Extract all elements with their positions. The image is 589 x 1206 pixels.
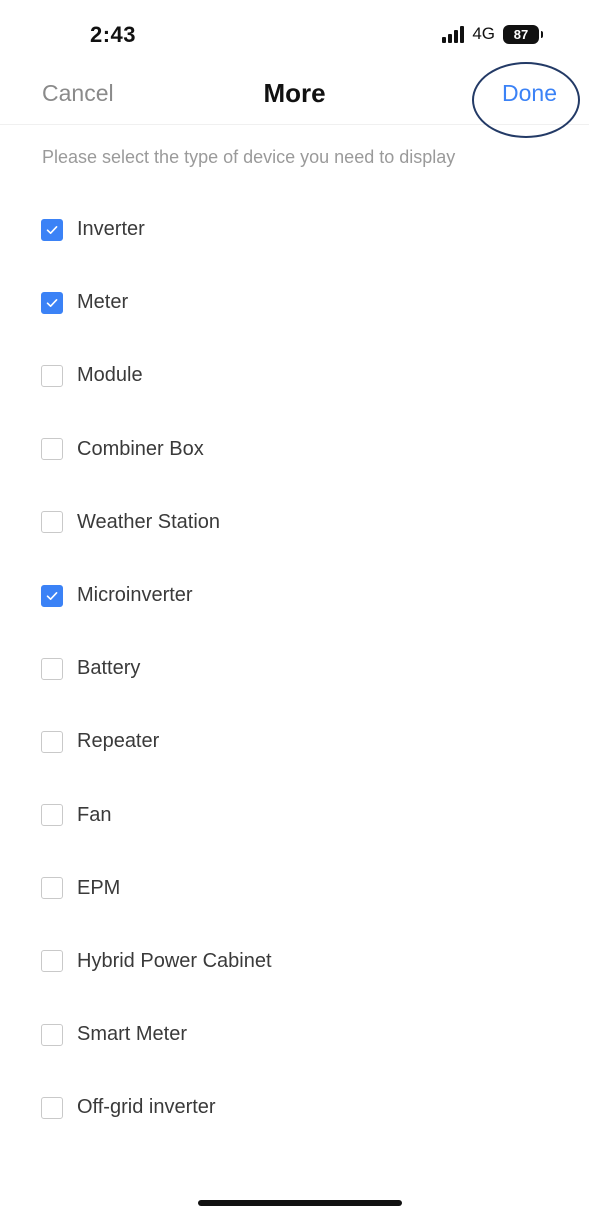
device-option-item[interactable]: Microinverter [0, 559, 589, 632]
device-option-item[interactable]: Battery [0, 632, 589, 705]
device-option-item[interactable]: Combiner Box [0, 413, 589, 486]
device-option-label: Smart Meter [77, 1023, 188, 1046]
nav-bar: Cancel More Done [0, 62, 589, 125]
instruction-text: Please select the type of device you nee… [42, 147, 456, 167]
device-option-item[interactable]: Hybrid Power Cabinet [0, 925, 589, 998]
device-option-item[interactable]: Inverter [0, 193, 589, 266]
device-option-label: EPM [77, 876, 121, 899]
checkbox-unchecked-icon[interactable] [41, 438, 63, 461]
checkbox-unchecked-icon[interactable] [41, 657, 63, 680]
device-option-label: Module [77, 364, 143, 387]
home-indicator [198, 1200, 402, 1206]
device-option-item[interactable]: Repeater [0, 705, 589, 778]
checkbox-unchecked-icon[interactable] [41, 364, 63, 387]
device-option-item[interactable]: Smart Meter [0, 998, 589, 1071]
checkbox-unchecked-icon[interactable] [41, 877, 63, 900]
device-option-label: Fan [77, 803, 112, 826]
done-button[interactable]: Done [502, 80, 557, 107]
device-option-label: Weather Station [77, 510, 221, 533]
checkbox-unchecked-icon[interactable] [41, 1096, 63, 1119]
device-option-label: Meter [77, 291, 129, 314]
device-option-label: Inverter [77, 218, 145, 241]
device-option-item[interactable]: Fan [0, 779, 589, 852]
device-option-label: Hybrid Power Cabinet [77, 949, 272, 972]
signal-bars-icon [442, 25, 465, 43]
checkbox-unchecked-icon[interactable] [41, 511, 63, 534]
device-option-label: Repeater [77, 730, 160, 753]
device-option-item[interactable]: Meter [0, 266, 589, 339]
device-option-item[interactable]: Module [0, 339, 589, 412]
checkbox-unchecked-icon[interactable] [41, 1023, 63, 1046]
network-type: 4G [472, 24, 495, 43]
device-option-item[interactable]: Weather Station [0, 486, 589, 559]
checkbox-checked-icon[interactable] [41, 584, 63, 607]
checkbox-checked-icon[interactable] [41, 291, 63, 314]
device-option-label: Microinverter [77, 584, 193, 607]
status-bar: 2:43 4G 87 [0, 0, 589, 60]
device-option-item[interactable]: EPM [0, 852, 589, 925]
device-type-list: Inverter Meter Module Combiner Box Weather S… [0, 193, 589, 1148]
checkbox-checked-icon[interactable] [41, 218, 63, 241]
battery-icon: 87 [503, 24, 543, 44]
checkbox-unchecked-icon[interactable] [41, 730, 63, 753]
status-time: 2:43 [90, 22, 137, 47]
battery-level: 87 [513, 26, 529, 42]
cancel-button[interactable]: Cancel [42, 80, 114, 107]
device-option-label: Off-grid inverter [77, 1096, 216, 1119]
device-option-label: Battery [77, 657, 141, 680]
checkbox-unchecked-icon[interactable] [41, 804, 63, 827]
device-option-label: Combiner Box [77, 437, 204, 460]
status-indicators: 4G 87 [442, 24, 543, 44]
checkbox-unchecked-icon[interactable] [41, 950, 63, 973]
device-option-item[interactable]: Off-grid inverter [0, 1071, 589, 1144]
